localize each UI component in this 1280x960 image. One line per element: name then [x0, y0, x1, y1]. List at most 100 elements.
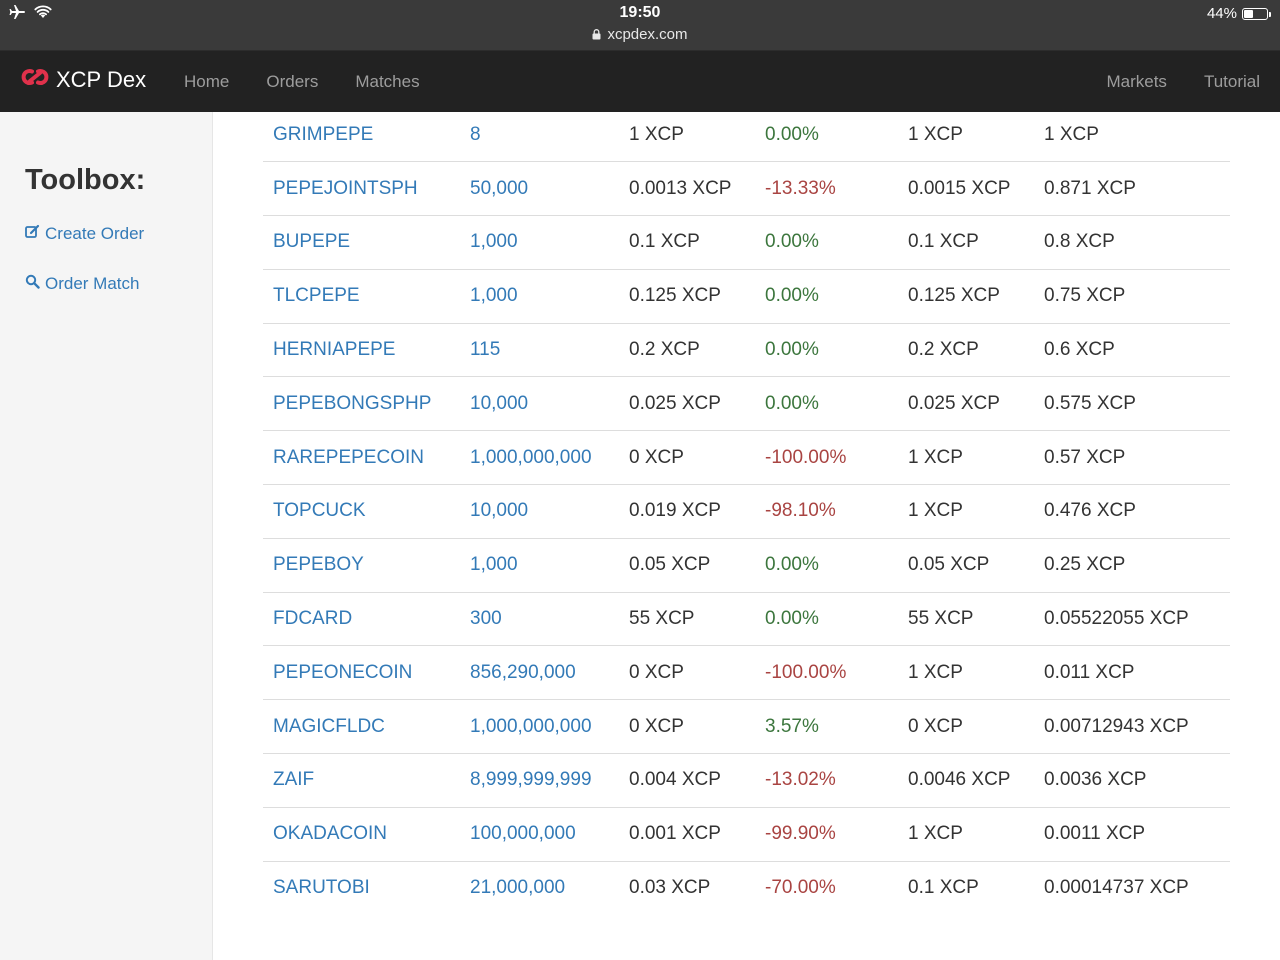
nav-markets[interactable]: Markets	[1106, 72, 1166, 92]
bid-cell: 0 XCP	[898, 699, 1034, 755]
asset-link[interactable]: RAREPEPECOIN	[263, 430, 460, 486]
navbar: XCP Dex Home Orders Matches Markets Tuto…	[0, 50, 1280, 112]
table-row: TLCPEPE 1,000 0.125 XCP 0.00% 0.125 XCP 0.75 …	[263, 269, 1230, 324]
price-cell: 0 XCP	[619, 430, 755, 486]
order-match-label: Order Match	[45, 274, 140, 293]
nav-right: Markets Tutorial	[1106, 51, 1260, 113]
markets-table: GRIMPEPE 8 1 XCP 0.00% 1 XCP 1 XCP PEPEJOINTSP…	[263, 108, 1230, 915]
change-cell: -98.10%	[755, 484, 898, 539]
supply-link[interactable]: 1,000	[460, 269, 619, 324]
change-cell: 0.00%	[755, 376, 898, 432]
battery-percent: 44%	[1206, 5, 1237, 22]
lock-icon	[592, 27, 601, 44]
table-row: ZAIF 8,999,999,999 0.004 XCP -13.02% 0.0046 …	[263, 753, 1230, 808]
bid-cell: 0.05 XCP	[898, 538, 1034, 593]
change-cell: -99.90%	[755, 807, 898, 862]
value-cell: 0.575 XCP	[1034, 376, 1230, 432]
change-cell: -70.00%	[765, 877, 836, 899]
bid-cell: 0.1 XCP	[898, 215, 1034, 270]
table-row: SARUTOBI 21,000,000 0.03 XCP -70.00% 0.1 XCP…	[263, 861, 1230, 915]
xcp-logo-icon	[20, 67, 50, 93]
asset-link[interactable]: MAGICFLDC	[263, 699, 460, 755]
bid-cell: 0.1 XCP	[908, 877, 979, 899]
price-cell: 0.001 XCP	[619, 807, 755, 862]
table-row: BUPEPE 1,000 0.1 XCP 0.00% 0.1 XCP 0.8 XCP	[263, 215, 1230, 270]
asset-link[interactable]: GRIMPEPE	[263, 108, 460, 163]
bid-cell: 0.0015 XCP	[898, 161, 1034, 217]
url-bar[interactable]: xcpdex.com	[0, 26, 1280, 44]
supply-link[interactable]: 1,000	[460, 215, 619, 270]
asset-link[interactable]: ZAIF	[263, 753, 460, 808]
brand-link[interactable]: XCP Dex	[20, 67, 146, 93]
supply-link[interactable]: 100,000,000	[460, 807, 619, 862]
nav-left: Home Orders Matches	[184, 51, 420, 113]
table-row: PEPEBONGSPHP 10,000 0.025 XCP 0.00% 0.025 XC…	[263, 376, 1230, 432]
bid-cell: 1 XCP	[898, 430, 1034, 486]
asset-link[interactable]: OKADACOIN	[263, 807, 460, 862]
supply-link[interactable]: 856,290,000	[460, 645, 619, 701]
asset-link[interactable]: HERNIAPEPE	[263, 323, 460, 378]
asset-link[interactable]: FDCARD	[263, 592, 460, 647]
price-cell: 0.05 XCP	[619, 538, 755, 593]
asset-link[interactable]: TOPCUCK	[263, 484, 460, 539]
price-cell: 0.1 XCP	[619, 215, 755, 270]
supply-link[interactable]: 8	[460, 108, 619, 163]
order-match-link[interactable]: Order Match	[25, 274, 139, 294]
table-row: RAREPEPECOIN 1,000,000,000 0 XCP -100.00% 1 …	[263, 430, 1230, 486]
value-cell: 0.05522055 XCP	[1034, 592, 1230, 647]
bid-cell: 0.2 XCP	[898, 323, 1034, 378]
create-order-link[interactable]: Create Order	[25, 224, 144, 244]
asset-link[interactable]: PEPEBOY	[263, 538, 460, 593]
supply-link[interactable]: 300	[460, 592, 619, 647]
table-row: PEPEONECOIN 856,290,000 0 XCP -100.00% 1 XCP…	[263, 645, 1230, 701]
price-cell: 1 XCP	[619, 108, 755, 163]
change-cell: -100.00%	[755, 430, 898, 486]
change-cell: 0.00%	[755, 269, 898, 324]
supply-link[interactable]: 10,000	[460, 376, 619, 432]
toolbox-title: Toolbox:	[25, 164, 146, 196]
table-row: PEPEJOINTSPH 50,000 0.0013 XCP -13.33% 0.001…	[263, 161, 1230, 217]
nav-tutorial[interactable]: Tutorial	[1204, 72, 1260, 92]
table-row: GRIMPEPE 8 1 XCP 0.00% 1 XCP 1 XCP	[263, 108, 1230, 163]
supply-link[interactable]: 115	[460, 323, 619, 378]
change-cell: 0.00%	[755, 323, 898, 378]
table-row: TOPCUCK 10,000 0.019 XCP -98.10% 1 XCP 0.476 …	[263, 484, 1230, 539]
asset-link[interactable]: PEPEONECOIN	[263, 645, 460, 701]
nav-home[interactable]: Home	[184, 72, 229, 92]
bid-cell: 1 XCP	[898, 108, 1034, 163]
supply-link[interactable]: 1,000,000,000	[460, 699, 619, 755]
asset-link[interactable]: PEPEJOINTSPH	[263, 161, 460, 217]
supply-link[interactable]: 50,000	[460, 161, 619, 217]
search-icon	[25, 274, 40, 294]
price-cell: 0 XCP	[619, 699, 755, 755]
bid-cell: 1 XCP	[898, 484, 1034, 539]
change-cell: 0.00%	[755, 108, 898, 163]
asset-link[interactable]: BUPEPE	[263, 215, 460, 270]
markets-table-body: GRIMPEPE 8 1 XCP 0.00% 1 XCP 1 XCP PEPEJOINTSP…	[263, 108, 1230, 915]
create-order-label: Create Order	[45, 224, 145, 243]
value-cell: 0.00712943 XCP	[1034, 699, 1230, 755]
supply-link[interactable]: 21,000,000	[460, 861, 619, 915]
price-cell: 55 XCP	[619, 592, 755, 647]
table-row: OKADACOIN 100,000,000 0.001 XCP -99.90% 1 XC…	[263, 807, 1230, 862]
asset-link[interactable]: PEPEBONGSPHP	[263, 376, 460, 432]
price-cell: 0.004 XCP	[619, 753, 755, 808]
nav-matches[interactable]: Matches	[355, 72, 419, 92]
table-row: PEPEBOY 1,000 0.05 XCP 0.00% 0.05 XCP 0.25 XC…	[263, 538, 1230, 593]
asset-link[interactable]: TLCPEPE	[263, 269, 460, 324]
sidebar: Toolbox: Create Order Order Match	[0, 112, 213, 960]
status-icons-right: 44%	[1206, 5, 1271, 22]
bid-cell: 0.0046 XCP	[898, 753, 1034, 808]
supply-link[interactable]: 1,000,000,000	[460, 430, 619, 486]
asset-link[interactable]: SARUTOBI	[263, 861, 460, 915]
bid-cell: 0.025 XCP	[898, 376, 1034, 432]
nav-orders[interactable]: Orders	[266, 72, 318, 92]
brand-name: XCP Dex	[56, 67, 147, 92]
value-cell: 0.871 XCP	[1034, 161, 1230, 217]
supply-link[interactable]: 1,000	[460, 538, 619, 593]
supply-link[interactable]: 10,000	[460, 484, 619, 539]
value-cell: 0.8 XCP	[1034, 215, 1230, 270]
battery-level	[1244, 9, 1253, 18]
table-row: FDCARD 300 55 XCP 0.00% 55 XCP 0.05522055 XCP	[263, 592, 1230, 647]
supply-link[interactable]: 8,999,999,999	[460, 753, 619, 808]
